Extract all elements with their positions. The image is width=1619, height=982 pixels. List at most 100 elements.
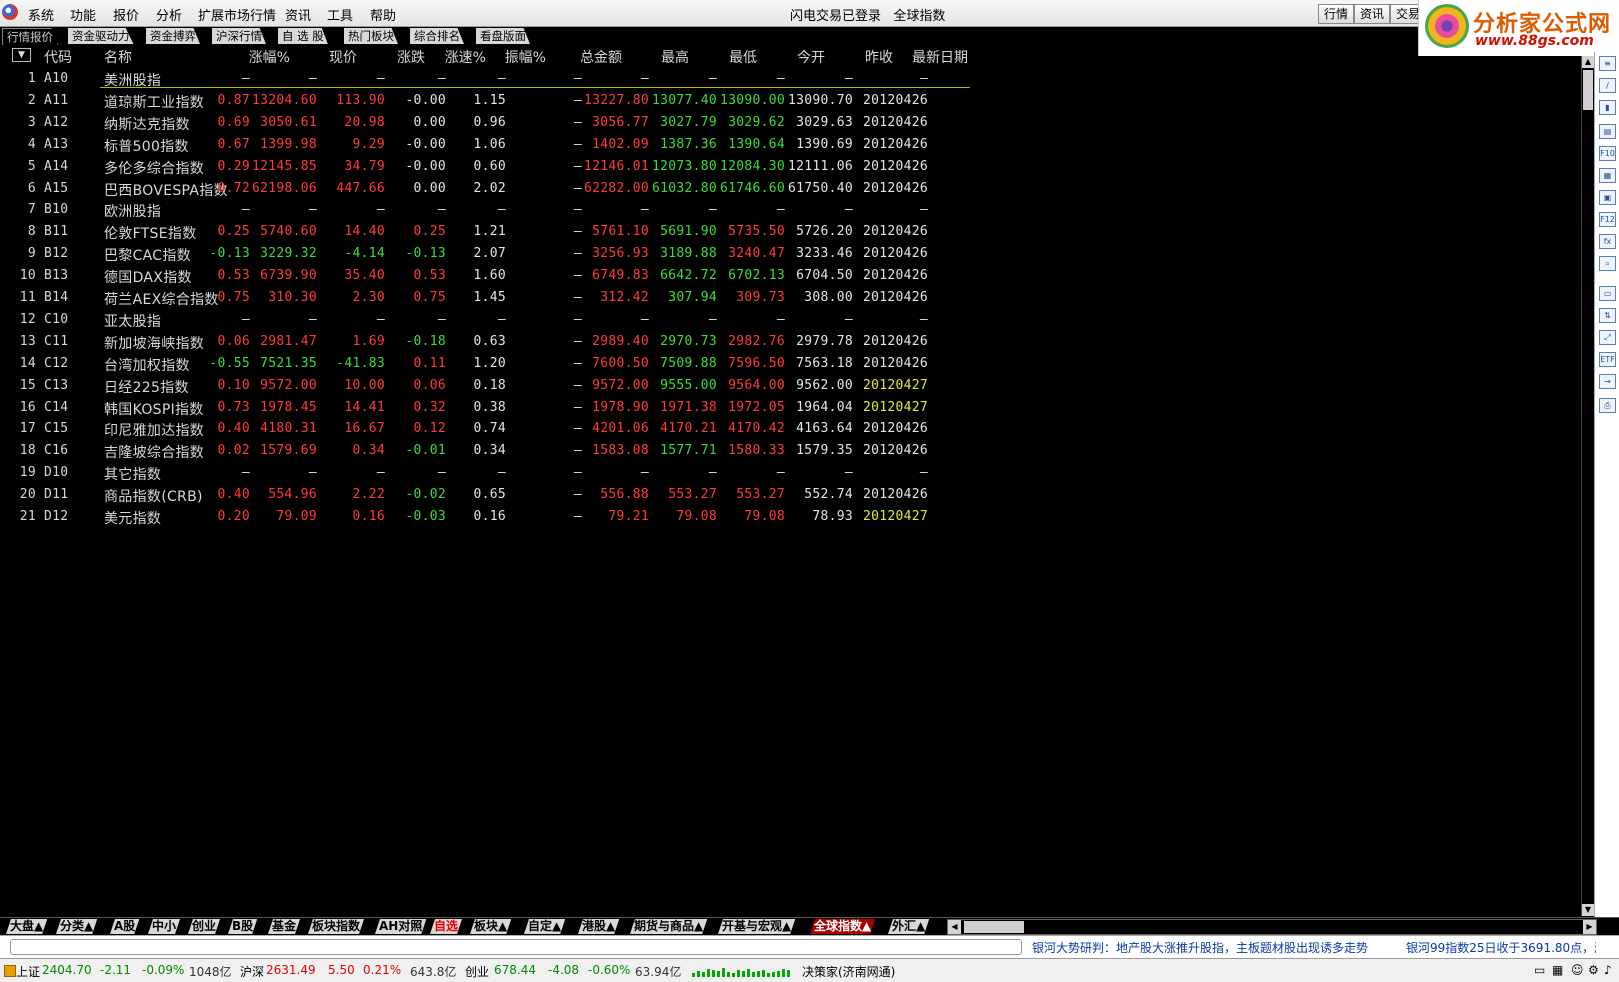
table-row[interactable]: 2 A11 道琼斯工业指数 0.87 13204.60 113.90 -0.00 1.15—1… — [0, 90, 980, 112]
f12-icon[interactable]: F12 — [1599, 212, 1616, 227]
formula-icon[interactable]: fx — [1599, 234, 1616, 249]
table-row[interactable]: 17 C15 印尼雅加达指数 0.40 4180.31 16.67 0.12 0.74 — 420… — [0, 418, 980, 440]
hscroll-thumb[interactable] — [964, 921, 1024, 933]
btab-watchlist[interactable]: 自选 — [430, 919, 462, 934]
table-row[interactable]: 4 A13 标普500指数 0.67 1399.98 9.29 -0.00 1.06 — 1402… — [0, 134, 980, 156]
tab-layout[interactable]: 看盘版面 — [476, 28, 530, 44]
tab-watchlist[interactable]: 自 选 股 — [278, 28, 328, 44]
btab-sme[interactable]: 中小 — [148, 919, 180, 934]
col-open[interactable]: 今开 — [797, 47, 825, 67]
btab-b-share[interactable]: B股 — [228, 919, 257, 934]
btab-a-share[interactable]: A股 — [110, 919, 139, 934]
btab-futures[interactable]: 期货与商品▲ — [630, 919, 707, 934]
news-input-box[interactable] — [10, 939, 1022, 955]
news-item[interactable]: 银河大势研判：地产股大涨推升股指，主板题材股出现诱多走势 — [1032, 939, 1368, 956]
scroll-up-icon[interactable]: ▲ — [1582, 56, 1594, 68]
table-row[interactable]: 16 C14 韩国KOSPI指数 0.73 1978.45 14.41 0.32 0.38 — 1… — [0, 397, 980, 419]
scroll-down-icon[interactable]: ▼ — [1582, 904, 1594, 916]
tab-sh-sz-quote[interactable]: 沪深行情 — [212, 28, 266, 44]
f10-icon[interactable]: F10 — [1599, 146, 1616, 161]
candlestick-icon[interactable]: ▮ — [1599, 100, 1616, 115]
document-icon[interactable]: ▣ — [1599, 190, 1616, 205]
btab-sector[interactable]: 板块▲ — [470, 919, 511, 934]
fullscreen-icon[interactable]: ⤢ — [1599, 330, 1616, 345]
quote-button[interactable]: 行情 — [1318, 4, 1355, 24]
news-button[interactable]: 资讯 — [1354, 4, 1391, 24]
search-icon[interactable]: ⌕ — [1599, 256, 1616, 271]
table-row[interactable]: 3 A12 纳斯达克指数 0.69 3050.61 20.98 0.00 0.96 — 3056.… — [0, 112, 980, 134]
btab-category[interactable]: 分类▲ — [56, 919, 97, 934]
menu-news[interactable]: 资讯 — [285, 5, 311, 24]
menu-analysis[interactable]: 分析 — [156, 5, 182, 24]
table-row[interactable]: 13 C11 新加坡海峡指数 0.06 2981.47 1.69 -0.18 0.63 — 298… — [0, 331, 980, 353]
tab-hot-sectors[interactable]: 热门板块 — [344, 28, 398, 44]
btab-hk-stock[interactable]: 港股▲ — [578, 919, 619, 934]
scroll-right-icon[interactable]: ▶ — [1583, 920, 1596, 934]
col-change-pct[interactable]: 涨幅% — [249, 47, 290, 67]
menu-extended-market[interactable]: 扩展市场行情 — [198, 5, 276, 24]
quote-list-icon[interactable]: ≡ — [1599, 56, 1616, 71]
bell-icon[interactable]: ♪ — [1604, 963, 1612, 977]
btab-ah-compare[interactable]: AH对照 — [375, 919, 426, 934]
btab-fund[interactable]: 基金 — [268, 919, 300, 934]
line-chart-icon[interactable]: ∕ — [1599, 78, 1616, 93]
col-price[interactable]: 现价 — [329, 47, 357, 67]
table-row[interactable]: 19 D10 其它指数 — — — — — — — — — — — — [0, 462, 980, 484]
table-row[interactable]: 9 B12 巴黎CAC指数 -0.13 3229.32 -4.14 -0.13 2.07 — 32… — [0, 243, 980, 265]
table-row[interactable]: 6 A15 巴西BOVESPA指数 0.72 62198.06 447.66 0.00 2.0… — [0, 178, 980, 200]
news-item[interactable]: 银河99指数25日收于3691.80点，涨0. — [1406, 939, 1596, 956]
btab-market[interactable]: 大盘▲ — [6, 919, 47, 934]
scroll-left-icon[interactable]: ◀ — [948, 920, 961, 934]
col-name[interactable]: 名称 — [104, 47, 132, 67]
menu-tools[interactable]: 工具 — [327, 5, 353, 24]
menu-system[interactable]: 系统 — [28, 5, 54, 24]
menu-help[interactable]: 帮助 — [370, 5, 396, 24]
tab-ranking[interactable]: 综合排名 — [410, 28, 464, 44]
col-date[interactable]: 最新日期 — [912, 47, 968, 67]
btab-custom[interactable]: 自定▲ — [524, 919, 565, 934]
tab-capital-game[interactable]: 资金搏弈 — [146, 28, 200, 44]
app-logo-icon[interactable] — [2, 4, 18, 20]
layout-icon[interactable]: ▦ — [1599, 168, 1616, 183]
table-row[interactable]: 20 D11 商品指数(CRB) 0.40 554.96 2.22 -0.02 0.65 — 55… — [0, 484, 980, 506]
table-row[interactable]: 18 C16 吉隆坡综合指数 0.02 1579.69 0.34 -0.01 0.34 — 158… — [0, 440, 980, 462]
btab-sector-index[interactable]: 板块指数 — [308, 919, 364, 934]
btab-fund-macro[interactable]: 开基与宏观▲ — [718, 919, 795, 934]
scroll-thumb[interactable] — [1583, 70, 1593, 110]
col-low[interactable]: 最低 — [729, 47, 757, 67]
tab-quote[interactable]: 行情报价 — [2, 28, 58, 45]
table-row[interactable]: 5 A14 多伦多综合指数 0.29 12145.85 34.79 -0.00 0.60—12… — [0, 156, 980, 178]
col-prev-close[interactable]: 昨收 — [865, 47, 893, 67]
table-row[interactable]: 8 B11 伦敦FTSE指数 0.25 5740.60 14.40 0.25 1.21 — 576… — [0, 221, 980, 243]
btab-global-index[interactable]: 全球指数▲ — [810, 919, 875, 934]
menu-quote[interactable]: 报价 — [113, 5, 139, 24]
horizontal-scrollbar[interactable]: ◀ ▶ — [947, 919, 1597, 935]
table-row[interactable]: 14 C12 台湾加权指数 -0.55 7521.35 -41.83 0.11 1.20 — 76… — [0, 353, 980, 375]
col-amount[interactable]: 总金额 — [580, 47, 622, 67]
folder-icon[interactable]: ▭ — [1599, 286, 1616, 301]
grid-icon[interactable]: ▦ — [1552, 963, 1563, 977]
table-row[interactable]: 12 C10 亚太股指 — — — — — — — — — — — — [0, 309, 980, 331]
table-row[interactable]: 11 B14 荷兰AEX综合指数 0.75 310.30 2.30 0.75 1.45—312… — [0, 287, 980, 309]
col-code[interactable]: 代码 — [44, 47, 72, 67]
etf-icon[interactable]: ETF — [1599, 352, 1616, 367]
chat-icon[interactable]: ▭ — [1534, 963, 1545, 977]
table-row[interactable]: 7 B10 欧洲股指 — — — — — — — — — — — — [0, 199, 980, 221]
trade-arrows-icon[interactable]: ⇅ — [1599, 308, 1616, 323]
btab-forex[interactable]: 外汇▲ — [888, 919, 929, 934]
menu-function[interactable]: 功能 — [70, 5, 96, 24]
col-high[interactable]: 最高 — [661, 47, 689, 67]
table-row[interactable]: 10 B13 德国DAX指数 0.53 6739.90 35.40 0.53 1.60 — 674… — [0, 265, 980, 287]
login-arrow-icon[interactable]: → — [1599, 374, 1616, 389]
btab-chinext[interactable]: 创业 — [188, 919, 220, 934]
tab-capital-drive[interactable]: 资金驱动力 — [68, 28, 134, 44]
col-change[interactable]: 涨跌 — [397, 47, 425, 67]
table-row[interactable]: 21 D12 美元指数 0.20 79.09 0.16 -0.03 0.16 — 79.21 79.… — [0, 506, 980, 528]
vertical-scrollbar[interactable]: ▲ ▼ — [1581, 56, 1595, 916]
settings-icon[interactable]: ⚙ — [1588, 963, 1599, 977]
person-icon[interactable]: ☺ — [1571, 963, 1584, 977]
col-amplitude[interactable]: 振幅% — [505, 47, 546, 67]
col-speed[interactable]: 涨速% — [445, 47, 486, 67]
report-icon[interactable]: ▤ — [1599, 124, 1616, 139]
table-row[interactable]: 15 C13 日经225指数 0.10 9572.00 10.00 0.06 0.18 — 957… — [0, 375, 980, 397]
